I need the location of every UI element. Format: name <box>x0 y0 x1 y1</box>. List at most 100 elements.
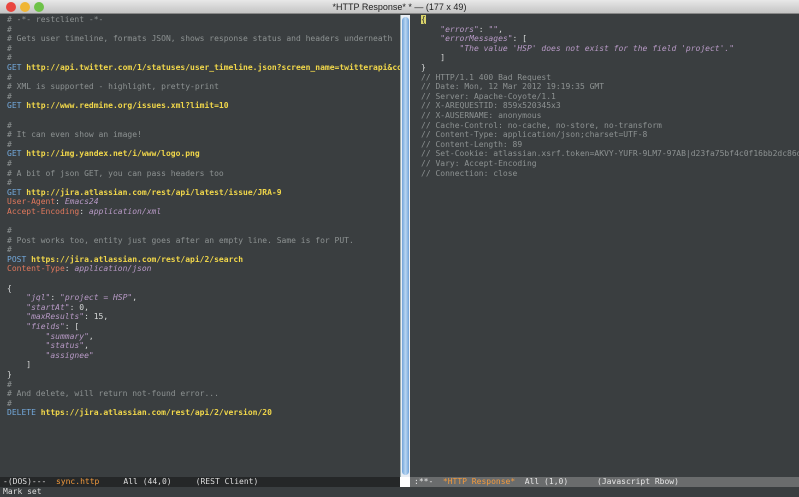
scroll-thumb[interactable] <box>402 17 409 475</box>
mode-line-right: :**- *HTTP Response* All (1,0) (Javascri… <box>410 477 799 487</box>
buffer-name[interactable]: sync.http <box>56 477 99 486</box>
major-mode[interactable]: (REST Client) <box>196 477 259 486</box>
code-token-pl: { <box>7 283 12 293</box>
code-line: { <box>421 15 799 25</box>
code-line: # <box>7 399 400 409</box>
zoom-button[interactable] <box>34 2 44 12</box>
code-token-cursor: { <box>421 15 426 24</box>
code-line: # <box>7 44 400 54</box>
mode-line-prefix: -(DOS)--- <box>3 477 56 486</box>
code-line: User-Agent: Emacs24 <box>7 197 400 207</box>
code-line: "The value 'HSP' does not exist for the … <box>421 44 799 54</box>
code-token-cm: # <box>7 43 12 53</box>
code-token-pl: , <box>88 331 94 341</box>
editor-pane-sync-http[interactable]: # -*- restclient -*- # # Gets user timelin… <box>0 15 400 477</box>
code-token-pl: : [ <box>512 34 527 44</box>
code-token-url[interactable]: http://www.redmine.org/issues.xml?limit=… <box>26 101 228 110</box>
code-token-it: Emacs24 <box>64 197 99 207</box>
code-line: # Gets user timeline, formats JSON, show… <box>7 34 400 44</box>
code-token-cm: # <box>7 226 12 236</box>
code-token-cm: # Gets user timeline, formats JSON, show… <box>7 34 393 44</box>
code-line: GET http://api.twitter.com/1/statuses/us… <box>7 63 400 73</box>
code-token-pl: ] <box>7 360 32 370</box>
code-line: { <box>7 284 400 294</box>
code-token-pl: : <box>64 264 75 274</box>
code-line: // Connection: close <box>421 169 799 179</box>
window-title: *HTTP Response* * — (177 x 49) <box>332 2 467 12</box>
code-token-url[interactable]: http://img.yandex.net/i/www/logo.png <box>26 149 199 158</box>
code-line: Content-Type: application/json <box>7 264 400 274</box>
code-token-url[interactable]: https://jira.atlassian.com/rest/api/2/ve… <box>41 408 272 417</box>
code-line: "errorMessages": [ <box>421 34 799 44</box>
mode-line-prefix: :**- <box>414 477 443 486</box>
code-line: "status", <box>7 341 400 351</box>
code-token-pl: } <box>7 369 12 379</box>
code-token-cm: # Post works too, entity just goes after… <box>7 235 354 245</box>
scrollbar[interactable] <box>400 15 410 477</box>
minibuffer[interactable]: Mark set <box>0 487 799 497</box>
code-token-it: "fields" <box>26 322 65 331</box>
code-token-kw: GET <box>7 101 27 111</box>
code-line: // Content-Type: application/json;charse… <box>421 130 799 140</box>
code-line: # <box>7 92 400 102</box>
code-token-pl: : <box>55 197 65 207</box>
code-line: # Post works too, entity just goes after… <box>7 236 400 246</box>
minimize-button[interactable] <box>20 2 30 12</box>
code-token-cm: # <box>7 139 12 149</box>
code-line: // X-AUSERNAME: anonymous <box>421 111 799 121</box>
code-token-it: application/xml <box>88 206 162 216</box>
code-token-pl: : <box>50 293 60 303</box>
code-token-cm: // Content-Type: application/json;charse… <box>421 130 648 140</box>
code-token-it: "project = HSP" <box>60 293 133 303</box>
major-mode[interactable]: (Javascript Rbow) <box>597 477 679 486</box>
code-token-cm: # <box>7 72 12 82</box>
code-token-cm: # XML is supported - highlight, pretty-p… <box>7 82 219 92</box>
close-button[interactable] <box>6 2 16 12</box>
code-line: "errors": "", <box>421 25 799 35</box>
code-line: // Set-Cookie: atlassian.xsrf.token=AKVY… <box>421 149 799 159</box>
code-token-pl: : <box>478 24 489 34</box>
code-token-cm: # It can even show an image! <box>7 130 142 140</box>
code-token-pl: : 0, <box>69 302 89 312</box>
code-token-pl: , <box>84 341 89 351</box>
code-token-cm: # <box>7 398 12 408</box>
code-token-it: "errors" <box>440 24 479 34</box>
code-line: Accept-Encoding: application/xml <box>7 207 400 217</box>
code-line: # A bit of json GET, you can pass header… <box>7 169 400 179</box>
code-token-it: "startAt" <box>26 302 70 312</box>
code-token-cm: # And delete, will return not-found erro… <box>7 389 219 399</box>
code-token-cm: // Server: Apache-Coyote/1.1 <box>421 91 556 101</box>
code-token-url[interactable]: https://jira.atlassian.com/rest/api/2/se… <box>31 255 243 264</box>
code-token-pl: , <box>132 293 138 303</box>
code-token-pl: : [ <box>64 322 80 331</box>
code-token-url[interactable]: http://api.twitter.com/1/statuses/user_t… <box>26 63 400 72</box>
code-line: "assignee" <box>7 351 400 361</box>
code-token-cm: # <box>7 91 12 101</box>
buffer-name[interactable]: *HTTP Response* <box>443 477 515 486</box>
code-token-hd: User-Agent <box>7 197 56 207</box>
code-token-cm: # <box>7 53 12 63</box>
code-token-url[interactable]: http://jira.atlassian.com/rest/api/lates… <box>26 188 281 197</box>
code-token-pl: ] <box>421 53 446 63</box>
code-token-kw: POST <box>7 254 32 264</box>
code-line: # <box>7 159 400 169</box>
editor-pane-http-response[interactable]: { "errors": "", "errorMessages": [ "The … <box>410 15 799 477</box>
code-line: # <box>7 25 400 35</box>
code-line: ] <box>421 53 799 63</box>
code-token-it: application/json <box>74 264 152 274</box>
code-token-cm: // Date: Mon, 12 Mar 2012 19:19:35 GMT <box>421 82 605 92</box>
code-line: ] <box>7 360 400 370</box>
code-token-it: "" <box>488 24 499 34</box>
code-token-it: "status" <box>45 341 85 351</box>
code-line: "fields": [ <box>7 322 400 332</box>
